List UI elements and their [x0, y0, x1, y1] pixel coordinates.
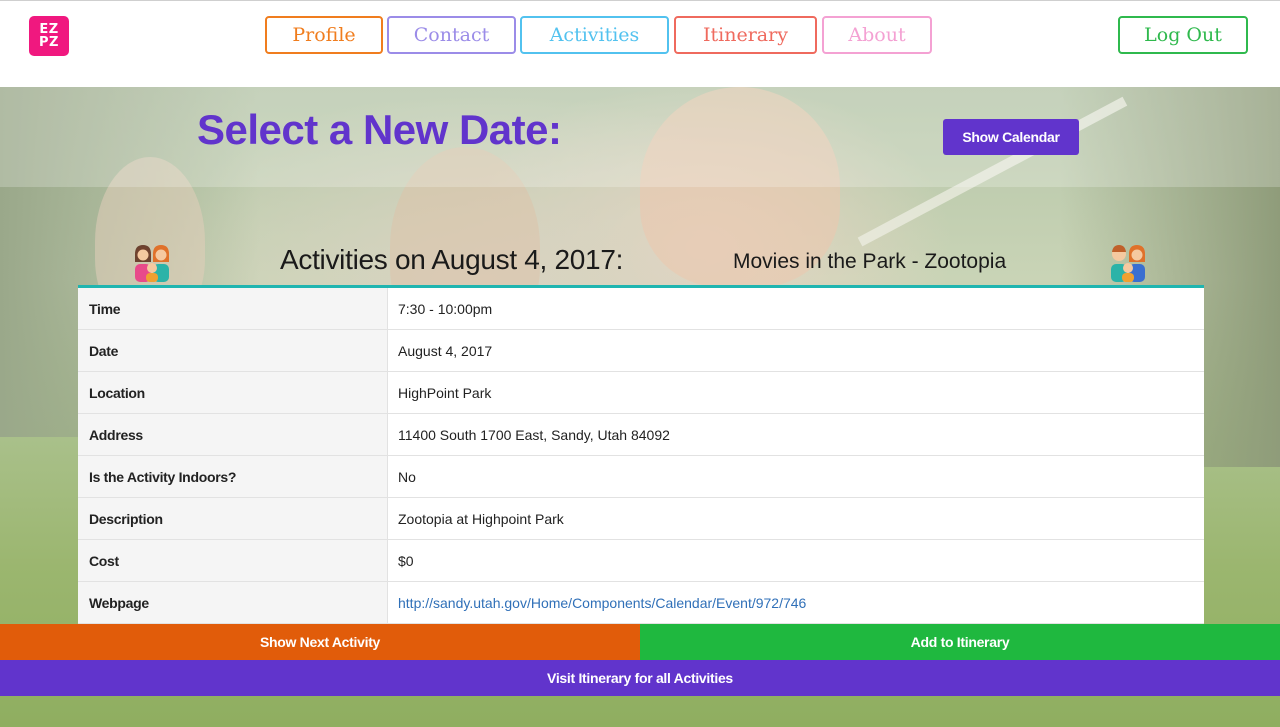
- row-label: Cost: [78, 540, 388, 581]
- row-value: HighPoint Park: [398, 384, 492, 401]
- visit-itinerary-button[interactable]: Visit Itinerary for all Activities: [0, 660, 1280, 696]
- show-calendar-button[interactable]: Show Calendar: [943, 119, 1079, 155]
- row-value: August 4, 2017: [398, 342, 493, 359]
- logo-line-2: PZ: [39, 35, 59, 50]
- row-value: $0: [398, 552, 414, 569]
- nav-about-button[interactable]: About: [822, 16, 932, 54]
- top-nav-bar: EZ PZ Profile Contact Activities Itinera…: [0, 0, 1280, 87]
- activities-date-heading: Activities on August 4, 2017:: [280, 244, 624, 275]
- row-value: Zootopia at Highpoint Park: [398, 510, 564, 527]
- row-label: Address: [78, 414, 388, 455]
- table-row: Time 7:30 - 10:00pm: [78, 288, 1204, 330]
- table-row: Is the Activity Indoors? No: [78, 456, 1204, 498]
- activity-details-table: Time 7:30 - 10:00pm Date August 4, 2017 …: [78, 285, 1204, 624]
- row-label: Time: [78, 288, 388, 329]
- table-row: Address 11400 South 1700 East, Sandy, Ut…: [78, 414, 1204, 456]
- logout-button[interactable]: Log Out: [1118, 16, 1248, 54]
- row-value: 7:30 - 10:00pm: [398, 300, 493, 317]
- webpage-link[interactable]: http://sandy.utah.gov/Home/Components/Ca…: [398, 595, 806, 611]
- table-row: Webpage http://sandy.utah.gov/Home/Compo…: [78, 582, 1204, 624]
- family-man-woman-child-icon: [1111, 245, 1145, 282]
- nav-contact-button[interactable]: Contact: [387, 16, 516, 54]
- add-to-itinerary-button[interactable]: Add to Itinerary: [640, 624, 1280, 660]
- row-label: Webpage: [78, 582, 388, 623]
- show-next-activity-button[interactable]: Show Next Activity: [0, 624, 640, 660]
- table-row: Date August 4, 2017: [78, 330, 1204, 372]
- row-label: Date: [78, 330, 388, 371]
- page-title: Select a New Date:: [197, 106, 562, 153]
- family-women-child-icon: [135, 245, 169, 282]
- table-row: Description Zootopia at Highpoint Park: [78, 498, 1204, 540]
- activity-name: Movies in the Park - Zootopia: [733, 250, 1007, 273]
- row-label: Description: [78, 498, 388, 539]
- table-row: Location HighPoint Park: [78, 372, 1204, 414]
- nav-activities-button[interactable]: Activities: [520, 16, 669, 54]
- row-value: 11400 South 1700 East, Sandy, Utah 84092: [398, 426, 670, 443]
- row-label: Is the Activity Indoors?: [78, 456, 388, 497]
- nav-itinerary-button[interactable]: Itinerary: [674, 16, 817, 54]
- table-row: Cost $0: [78, 540, 1204, 582]
- nav-profile-button[interactable]: Profile: [265, 16, 383, 54]
- row-value: No: [398, 468, 416, 485]
- row-label: Location: [78, 372, 388, 413]
- ezpz-logo[interactable]: EZ PZ: [29, 16, 69, 56]
